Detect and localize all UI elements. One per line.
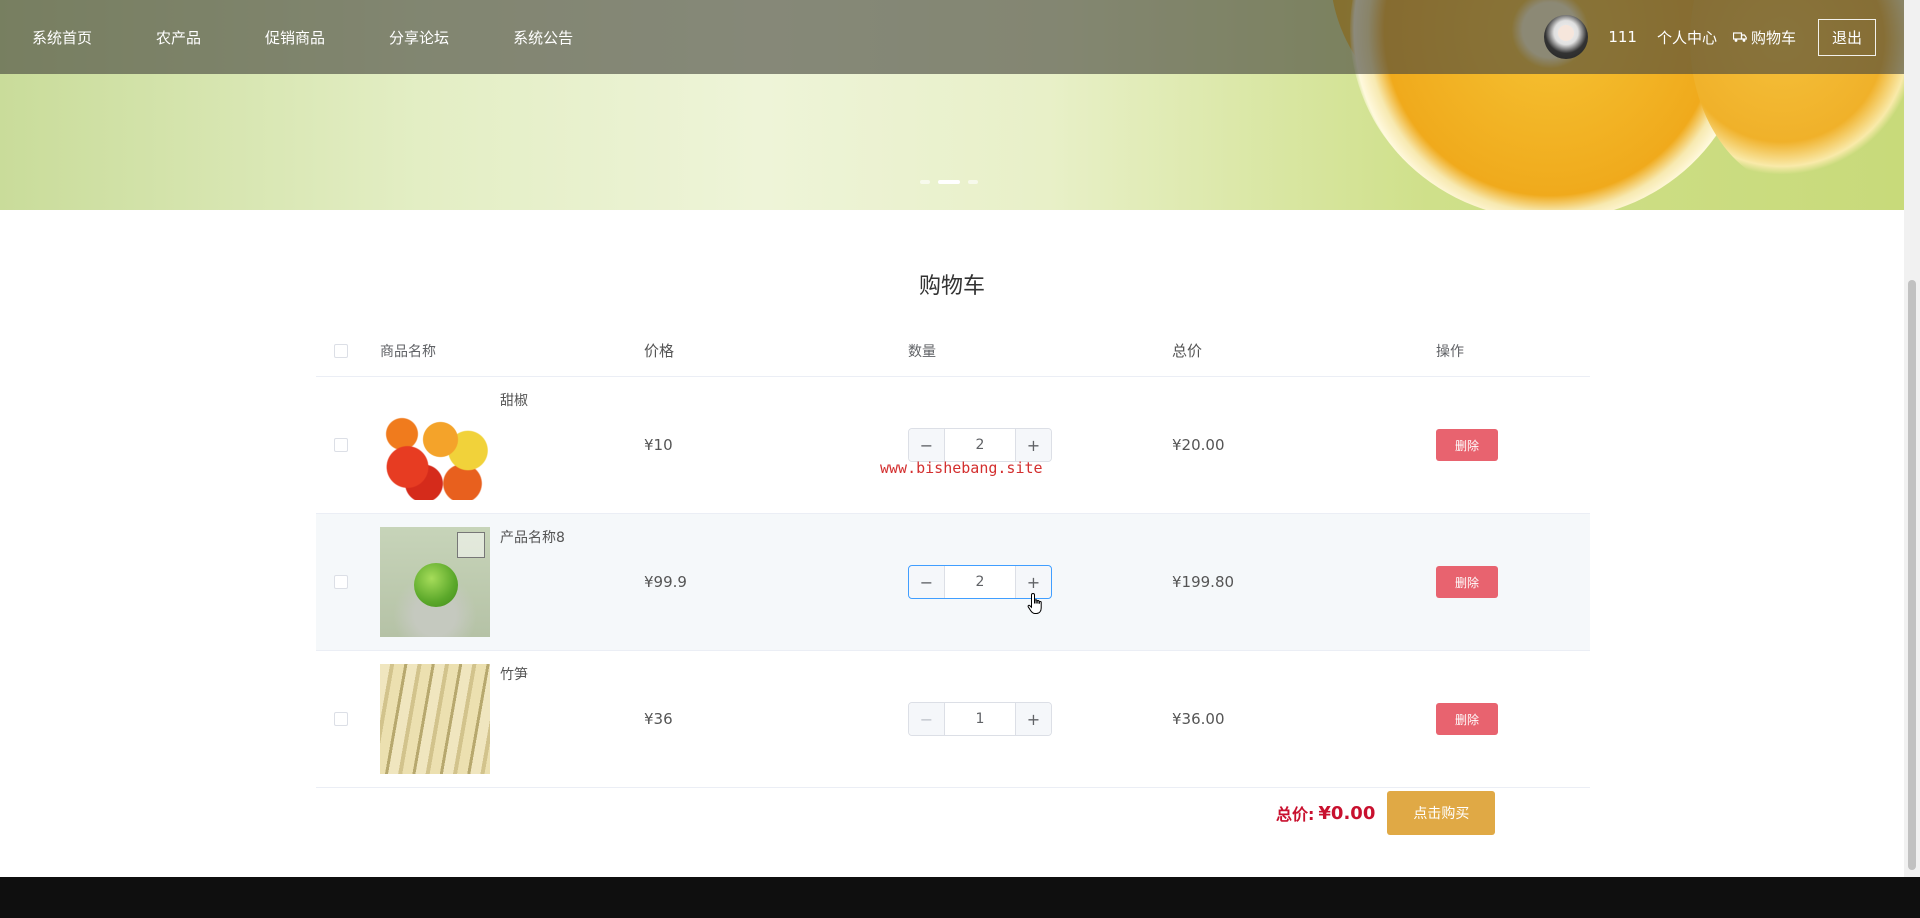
minus-icon[interactable]: − [909, 566, 945, 598]
nav-link-promotions[interactable]: 促销商品 [233, 0, 357, 74]
nav-link-products[interactable]: 农产品 [124, 0, 233, 74]
row-total: ¥36.00 [1172, 710, 1225, 728]
product-cell: 甜椒 [380, 377, 644, 513]
product-price: ¥36 [644, 710, 673, 728]
cart-summary: 总价: ¥0.00 点击购买 [1276, 791, 1496, 835]
row-total: ¥199.80 [1172, 573, 1235, 591]
table-row: 竹笋 ¥36 − + ¥36.00 删除 [316, 651, 1590, 788]
delete-button[interactable]: 删除 [1436, 703, 1498, 735]
row-total: ¥20.00 [1172, 436, 1225, 454]
username: 111 [1608, 28, 1637, 46]
plus-icon[interactable]: + [1015, 429, 1051, 461]
nav-user-area: 111 个人中心 购物车 退出 [1544, 0, 1904, 74]
page-title: 购物车 [918, 274, 985, 299]
avatar[interactable] [1544, 15, 1589, 59]
product-price: ¥99.9 [644, 573, 687, 591]
quantity-input[interactable] [945, 703, 1015, 735]
product-image[interactable] [380, 664, 490, 774]
product-name: 产品名称8 [500, 530, 565, 546]
quantity-input[interactable] [945, 566, 1015, 598]
total-label: 总价: [1276, 805, 1315, 824]
product-image[interactable] [380, 527, 490, 637]
delete-button[interactable]: 删除 [1436, 429, 1498, 461]
carousel-dot-active[interactable] [938, 180, 960, 184]
minus-icon[interactable]: − [909, 703, 945, 735]
product-image[interactable] [380, 390, 490, 500]
watermark-text: www.bishebang.site [880, 459, 1043, 477]
scrollbar-thumb[interactable] [1908, 280, 1916, 870]
quantity-stepper: − + [908, 428, 1052, 462]
carousel-dot[interactable] [920, 180, 930, 184]
total-value: ¥0.00 [1318, 802, 1376, 824]
hand-cursor-icon [1027, 592, 1042, 614]
nav-link-home[interactable]: 系统首页 [0, 0, 124, 74]
table-row: 产品名称8 ¥99.9 − + ¥199.80 删除 [316, 514, 1590, 651]
header-name: 商品名称 [380, 343, 436, 360]
minus-icon[interactable]: − [909, 429, 945, 461]
table-header: 商品名称 价格 数量 总价 操作 [316, 325, 1590, 377]
product-name: 竹笋 [500, 667, 528, 683]
row-checkbox[interactable] [334, 712, 348, 726]
row-checkbox[interactable] [334, 575, 348, 589]
header-qty: 数量 [908, 343, 936, 360]
nav-link-announcements[interactable]: 系统公告 [481, 0, 605, 74]
table-row: 甜椒 ¥10 − + ¥20.00 删除 [316, 377, 1590, 514]
profile-link[interactable]: 个人中心 [1657, 27, 1717, 48]
header-price: 价格 [644, 342, 675, 360]
nav-link-forum[interactable]: 分享论坛 [357, 0, 481, 74]
product-cell: 产品名称8 [380, 514, 644, 650]
buy-button[interactable]: 点击购买 [1387, 791, 1496, 835]
header-ops: 操作 [1436, 343, 1464, 360]
cart-link-label: 购物车 [1750, 28, 1796, 47]
quantity-stepper: − + [908, 702, 1052, 736]
nav-links: 系统首页 农产品 促销商品 分享论坛 系统公告 [0, 0, 605, 74]
page-footer [0, 877, 1920, 918]
carousel-dot[interactable] [968, 180, 978, 184]
truck-icon [1732, 32, 1747, 42]
cart-table: 商品名称 价格 数量 总价 操作 甜椒 ¥10 − + ¥20.00 删除 产品… [316, 325, 1590, 788]
product-price: ¥10 [644, 436, 673, 454]
top-navbar: 系统首页 农产品 促销商品 分享论坛 系统公告 111 个人中心 购物车 退出 [0, 0, 1904, 74]
product-cell: 竹笋 [380, 651, 644, 787]
cart-link[interactable]: 购物车 [1732, 27, 1796, 48]
logout-button[interactable]: 退出 [1817, 18, 1876, 56]
plus-icon[interactable]: + [1015, 703, 1051, 735]
carousel-indicators[interactable] [920, 180, 978, 184]
header-total: 总价 [1172, 342, 1203, 360]
select-all-checkbox[interactable] [334, 343, 348, 358]
row-checkbox[interactable] [334, 438, 348, 452]
delete-button[interactable]: 删除 [1436, 566, 1498, 598]
scrollbar[interactable] [1904, 0, 1920, 877]
product-name: 甜椒 [500, 393, 528, 409]
quantity-input[interactable] [945, 429, 1015, 461]
